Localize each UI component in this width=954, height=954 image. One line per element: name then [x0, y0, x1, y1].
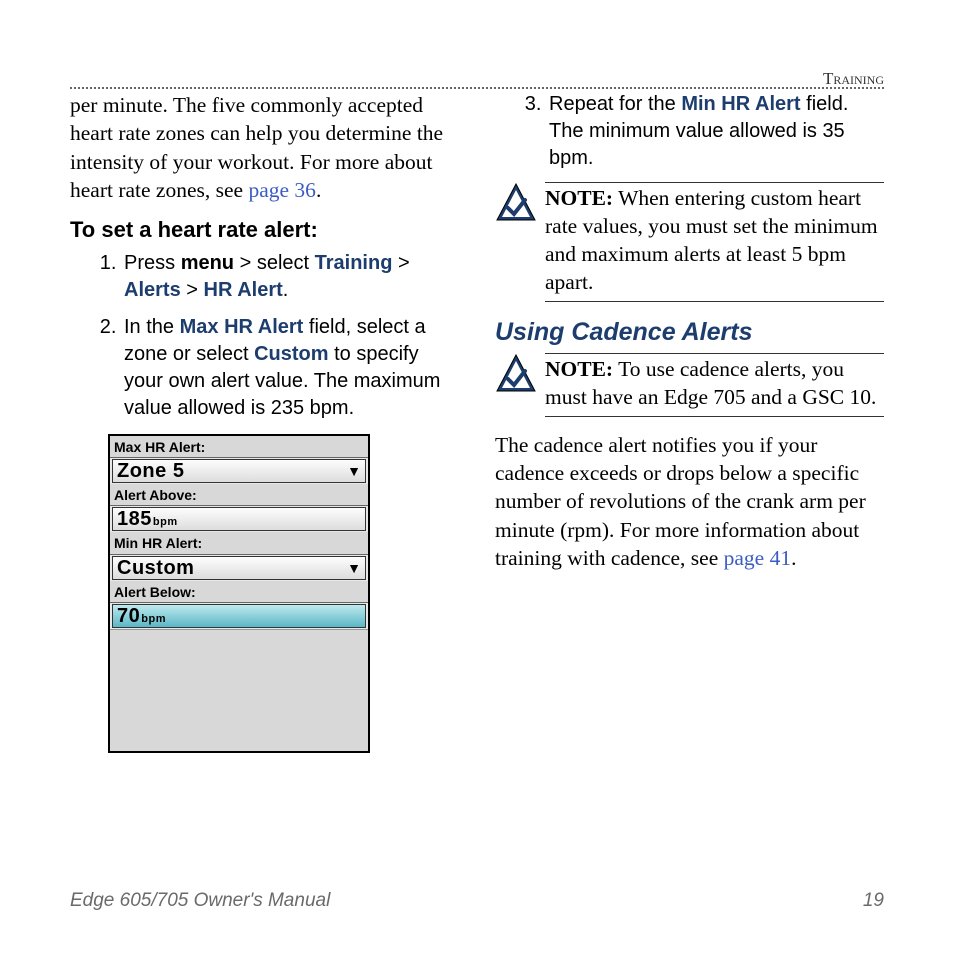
note-2-label: NOTE:: [545, 357, 613, 381]
device-field-below: 70bpm: [112, 604, 366, 628]
page-36-link[interactable]: page 36: [248, 178, 315, 202]
dropdown-icon: ▼: [347, 462, 361, 480]
device-val-above: 185bpm: [117, 506, 178, 532]
left-column: per minute. The five commonly accepted h…: [70, 91, 459, 753]
step1-txt-e: .: [283, 279, 289, 301]
device-lbl-max: Max HR Alert:: [110, 436, 368, 458]
ui-term-custom: Custom: [254, 343, 328, 365]
above-num: 185: [117, 506, 152, 532]
page-41-link[interactable]: page 41: [724, 546, 791, 570]
note-1: NOTE: When entering custom heart rate va…: [495, 182, 884, 302]
device-val-below: 70bpm: [117, 603, 166, 629]
checkmark-triangle-icon: [495, 182, 537, 224]
ui-term-max-hr: Max HR Alert: [180, 316, 304, 338]
below-num: 70: [117, 603, 140, 629]
device-empty-area: [110, 629, 368, 751]
footer-title: Edge 605/705 Owner's Manual: [70, 890, 330, 912]
step-1: Press menu > select Training > Alerts > …: [122, 250, 459, 304]
note-2-body: NOTE: To use cadence alerts, you must ha…: [545, 353, 884, 417]
header-divider: [70, 87, 884, 89]
device-screenshot: Max HR Alert: Zone 5 ▼ Alert Above: 185b…: [108, 434, 370, 754]
steps-list-left: Press menu > select Training > Alerts > …: [70, 250, 459, 422]
step1-txt-d: >: [181, 279, 204, 301]
footer-page: 19: [863, 890, 884, 912]
intro-tail: .: [316, 178, 321, 202]
checkmark-triangle-icon: [495, 353, 537, 395]
ui-term-training: Training: [315, 252, 393, 274]
device-lbl-min: Min HR Alert:: [110, 532, 368, 554]
ui-term-min-hr: Min HR Alert: [681, 93, 800, 115]
cadence-body: The cadence alert notifies you if your c…: [495, 431, 884, 573]
device-field-min: Custom ▼: [112, 556, 366, 580]
intro-paragraph: per minute. The five commonly accepted h…: [70, 91, 459, 205]
step2-txt-a: In the: [124, 316, 180, 338]
ui-term-alerts: Alerts: [124, 279, 181, 301]
right-column: Repeat for the Min HR Alert field. The m…: [495, 91, 884, 753]
below-unit: bpm: [141, 612, 166, 627]
ui-term-hralert: HR Alert: [204, 279, 283, 301]
step-3: Repeat for the Min HR Alert field. The m…: [547, 91, 884, 172]
steps-list-right: Repeat for the Min HR Alert field. The m…: [495, 91, 884, 172]
procedure-heading: To set a heart rate alert:: [70, 215, 459, 244]
note-2: NOTE: To use cadence alerts, you must ha…: [495, 353, 884, 417]
device-field-above: 185bpm: [112, 507, 366, 531]
device-val-max: Zone 5: [117, 458, 184, 484]
note-1-label: NOTE:: [545, 186, 613, 210]
step1-txt-a: Press: [124, 252, 181, 274]
device-lbl-above: Alert Above:: [110, 484, 368, 506]
page-footer: Edge 605/705 Owner's Manual 19: [70, 890, 884, 912]
device-field-max: Zone 5 ▼: [112, 459, 366, 483]
device-lbl-below: Alert Below:: [110, 581, 368, 603]
ui-term-menu: menu: [181, 252, 234, 274]
step1-txt-b: > select: [234, 252, 315, 274]
note-1-body: NOTE: When entering custom heart rate va…: [545, 182, 884, 302]
cadence-text-b: .: [791, 546, 796, 570]
device-val-min: Custom: [117, 555, 194, 581]
above-unit: bpm: [153, 515, 178, 530]
dropdown-icon: ▼: [347, 559, 361, 577]
step-2: In the Max HR Alert field, select a zone…: [122, 314, 459, 422]
step1-txt-c: >: [392, 252, 409, 274]
cadence-text-a: The cadence alert notifies you if your c…: [495, 433, 866, 571]
header-text: Training: [823, 69, 884, 88]
cadence-heading: Using Cadence Alerts: [495, 316, 884, 349]
section-header: Training: [70, 69, 884, 89]
step3-txt-a: Repeat for the: [549, 93, 681, 115]
